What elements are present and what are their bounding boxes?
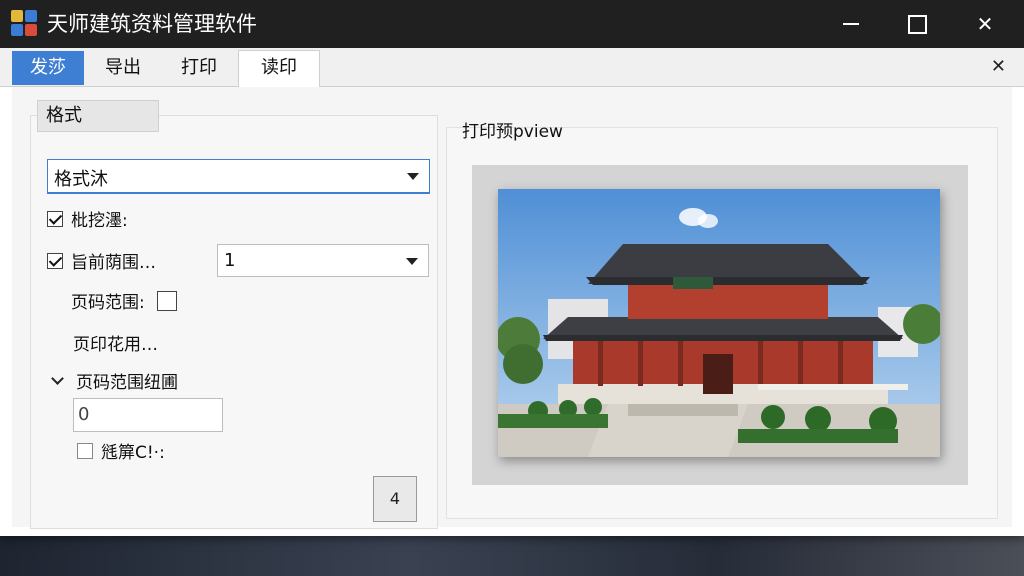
number-input[interactable]: 0	[73, 398, 223, 432]
minimize-button[interactable]	[818, 0, 884, 48]
maximize-icon	[907, 14, 927, 34]
page-range-row[interactable]: 页码范围:	[71, 288, 185, 313]
option-2-row[interactable]: 旨前荫围…	[47, 248, 156, 273]
option-2-label: 旨前荫围…	[71, 253, 156, 273]
tab-export[interactable]: 导出	[90, 51, 156, 85]
format-select[interactable]: 格式沐	[47, 159, 430, 194]
range-select[interactable]: 1	[217, 244, 429, 277]
page-range-checkbox[interactable]	[156, 290, 177, 311]
tab-print[interactable]: 打印	[164, 51, 234, 85]
print-usage-label: 页印花用…	[73, 335, 158, 355]
option-3-label: 毤箳C!·:	[101, 443, 165, 463]
option-3-checkbox[interactable]	[77, 442, 93, 459]
tab-send[interactable]: 发莎	[12, 51, 84, 85]
app-window: 天师建筑资料管理软件 ✕ 发莎 导出 打印 读印 ✕ 格式 格式沐 枇挖濹: 旨…	[0, 0, 1024, 536]
format-select-value: 格式沐	[54, 169, 108, 190]
print-preview-label: 打印预pview	[462, 122, 563, 142]
window-title: 天师建筑资料管理软件	[47, 12, 257, 36]
close-tab-icon[interactable]: ✕	[991, 56, 1006, 77]
option-1-label: 枇挖濹:	[71, 211, 128, 231]
main-content: 格式 格式沐 枇挖濹: 旨前荫围… 1 页码范围: 页印花用… 页码范围纽圃 0…	[12, 87, 1012, 529]
format-group-label: 格式	[37, 100, 159, 132]
page-range-label: 页码范围:	[71, 293, 145, 313]
chevron-down-icon[interactable]	[51, 372, 64, 385]
option-3-row[interactable]: 毤箳C!·:	[77, 438, 165, 463]
action-button[interactable]: 4	[373, 476, 417, 522]
print-usage-row: 页印花用…	[73, 330, 158, 355]
range-select-value: 1	[224, 250, 236, 271]
close-icon: ✕	[976, 12, 994, 36]
tab-bar: 发莎 导出 打印 读印 ✕	[0, 48, 1024, 87]
tab-print-preview[interactable]: 读印	[238, 50, 320, 87]
chevron-down-icon	[407, 173, 419, 180]
page-range-section-label: 页码范围纽圃	[76, 373, 178, 393]
option-1-checkbox[interactable]	[47, 210, 63, 227]
maximize-button[interactable]	[884, 0, 950, 48]
minimize-icon	[843, 23, 859, 25]
title-bar[interactable]: 天师建筑资料管理软件 ✕	[0, 0, 1024, 48]
option-2-checkbox[interactable]	[47, 252, 63, 269]
close-window-button[interactable]: ✕	[952, 0, 1018, 48]
format-settings-panel: 格式 格式沐 枇挖濹: 旨前荫围… 1 页码范围: 页印花用… 页码范围纽圃 0…	[30, 100, 438, 529]
page-range-expander[interactable]: 页码范围纽圃	[49, 368, 178, 393]
desktop-backdrop-bottom	[0, 534, 1024, 576]
option-1-row[interactable]: 枇挖濹:	[47, 206, 128, 231]
app-logo-icon	[11, 10, 39, 38]
building-photo-svg	[498, 189, 940, 457]
chevron-down-icon	[406, 258, 418, 265]
preview-frame	[472, 165, 968, 485]
preview-image	[498, 189, 940, 457]
